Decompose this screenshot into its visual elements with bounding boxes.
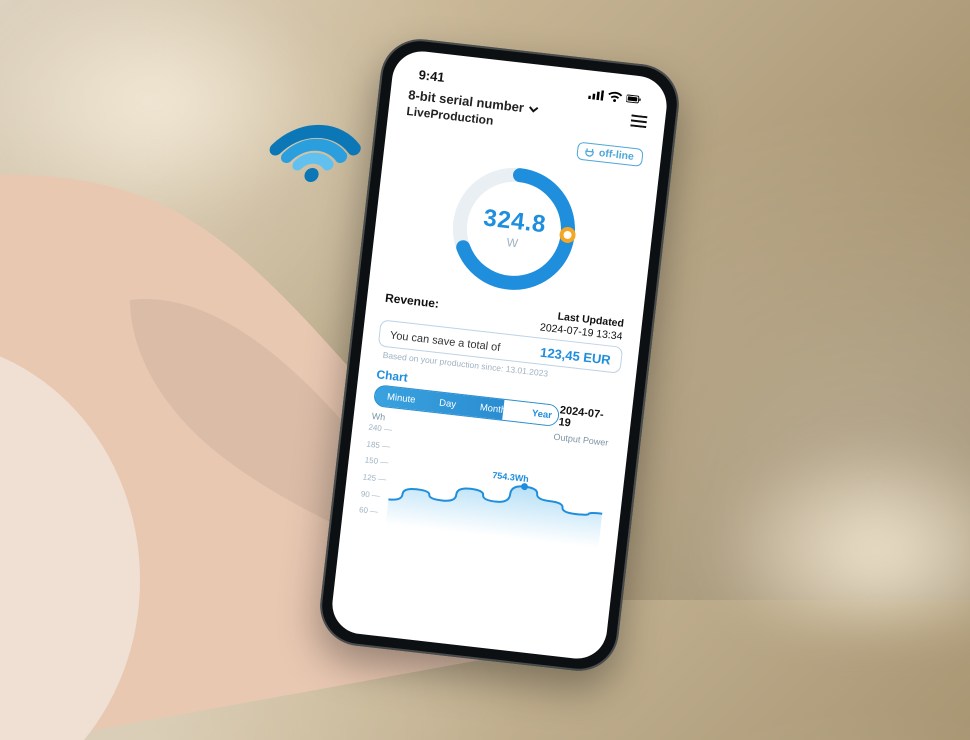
battery-icon xyxy=(626,93,642,106)
y-tick: 150 — xyxy=(364,456,388,468)
revenue-label: Revenue: xyxy=(384,291,439,311)
tab-month[interactable]: Month xyxy=(467,400,518,417)
status-time: 9:41 xyxy=(418,67,446,85)
y-tick: 185 — xyxy=(366,439,390,451)
plug-icon xyxy=(583,146,595,158)
chevron-down-icon xyxy=(527,104,540,115)
wifi-icon xyxy=(607,91,623,104)
tab-year[interactable]: Year xyxy=(517,402,561,427)
chart-y-unit: Wh xyxy=(371,411,386,422)
y-tick: 125 — xyxy=(362,472,386,484)
revenue-save-text: You can save a total of xyxy=(389,329,501,353)
power-gauge: 324.8 W xyxy=(385,145,643,312)
y-tick: 90 — xyxy=(360,489,384,501)
revenue-amount: 123,45 EUR xyxy=(539,345,611,368)
y-tick: 240 — xyxy=(368,423,392,435)
tab-minute[interactable]: Minute xyxy=(375,390,428,407)
offline-status-pill[interactable]: off-line xyxy=(576,142,644,167)
y-tick: 60 — xyxy=(359,505,383,517)
cellular-icon xyxy=(588,88,604,101)
chart-date: 2024-07-19 xyxy=(558,404,614,434)
wifi-decorative-icon xyxy=(260,65,380,185)
tab-day[interactable]: Day xyxy=(427,396,469,412)
menu-icon[interactable] xyxy=(630,114,647,128)
